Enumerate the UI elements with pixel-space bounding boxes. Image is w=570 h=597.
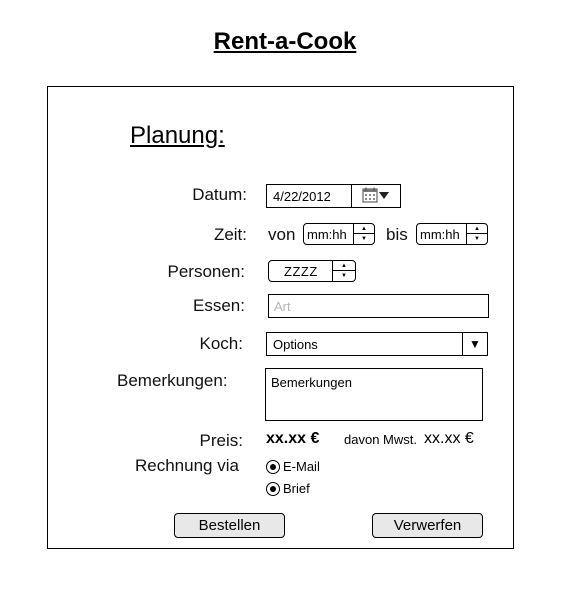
- time-to-value: mm:hh: [420, 227, 460, 242]
- persons-stepper[interactable]: ZZZZ ▲ ▼: [268, 260, 356, 282]
- radio-button[interactable]: [266, 459, 280, 474]
- cook-select[interactable]: Options ▼: [266, 332, 488, 356]
- time-from-spinner[interactable]: ▲ ▼: [353, 224, 374, 244]
- app-title: Rent-a-Cook: [213, 28, 357, 55]
- invoice-option-label: Brief: [283, 481, 310, 496]
- persons-label: Personen:: [167, 262, 246, 281]
- time-to-stepper[interactable]: mm:hh ▲ ▼: [416, 223, 488, 245]
- tax-label: davon Mwst.: [344, 432, 417, 447]
- discard-button[interactable]: Verwerfen: [372, 513, 483, 538]
- time-from-stepper[interactable]: mm:hh ▲ ▼: [303, 223, 375, 245]
- date-picker-button[interactable]: [352, 185, 400, 207]
- date-picker[interactable]: 4/22/2012: [266, 184, 401, 208]
- time-from-value: mm:hh: [307, 227, 347, 242]
- increment-icon[interactable]: ▲: [354, 224, 374, 234]
- date-label: Datum:: [192, 185, 247, 204]
- increment-icon[interactable]: ▲: [333, 261, 355, 271]
- invoice-option-email[interactable]: E-Mail: [266, 459, 320, 474]
- time-from-label: von: [268, 225, 296, 244]
- invoice-label: Rechnung via: [135, 456, 239, 475]
- persons-value: ZZZZ: [284, 264, 318, 279]
- order-button[interactable]: Bestellen: [174, 513, 285, 538]
- calendar-icon: [362, 187, 389, 203]
- time-to-spinner[interactable]: ▲ ▼: [466, 224, 487, 244]
- increment-icon[interactable]: ▲: [467, 224, 487, 234]
- time-to-label: bis: [386, 225, 408, 244]
- remarks-label: Bemerkungen:: [117, 371, 228, 390]
- cook-selected-value: Options: [273, 337, 318, 352]
- invoice-option-label: E-Mail: [283, 459, 320, 474]
- chevron-down-icon[interactable]: ▼: [462, 333, 487, 355]
- tax-value: xx.xx €: [424, 430, 474, 447]
- time-label: Zeit:: [213, 225, 247, 244]
- decrement-icon[interactable]: ▼: [354, 234, 374, 244]
- remarks-value: Bemerkungen: [271, 375, 352, 390]
- remarks-textarea[interactable]: Bemerkungen: [265, 368, 483, 421]
- food-input[interactable]: Art: [268, 294, 489, 318]
- food-label: Essen:: [193, 296, 245, 315]
- decrement-icon[interactable]: ▼: [333, 271, 355, 281]
- radio-button[interactable]: [266, 481, 280, 496]
- decrement-icon[interactable]: ▼: [467, 234, 487, 244]
- persons-spinner[interactable]: ▲ ▼: [332, 261, 355, 281]
- price-value: xx.xx €: [266, 430, 320, 447]
- chevron-down-icon: [379, 192, 389, 199]
- cook-label: Koch:: [199, 334, 243, 353]
- invoice-option-letter[interactable]: Brief: [266, 481, 310, 496]
- section-title: Planung:: [130, 122, 225, 149]
- price-label: Preis:: [199, 431, 243, 450]
- date-value: 4/22/2012: [273, 189, 331, 204]
- food-placeholder: Art: [274, 299, 291, 314]
